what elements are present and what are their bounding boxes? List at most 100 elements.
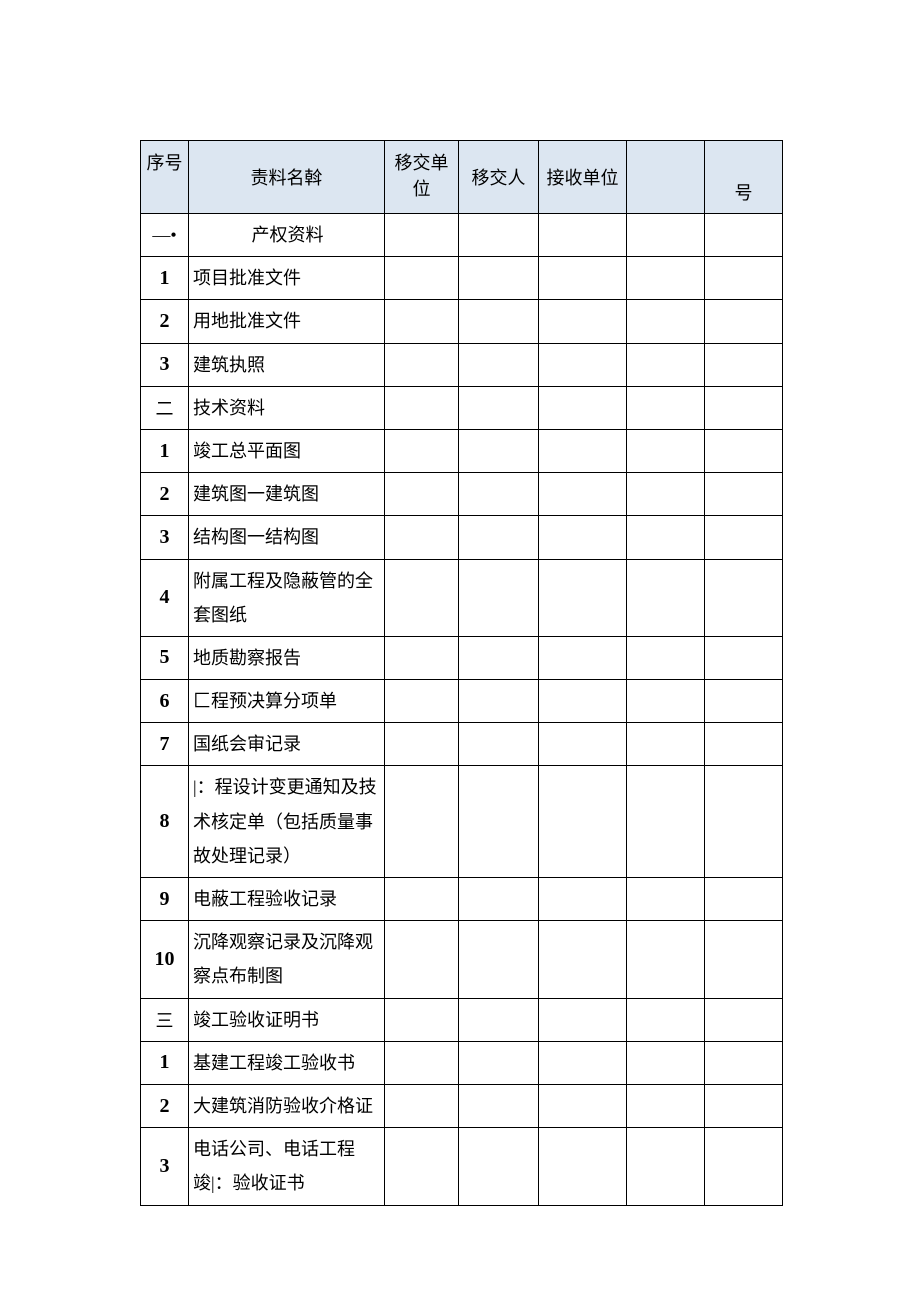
cell-empty xyxy=(459,723,539,766)
cell-empty xyxy=(385,636,459,679)
cell-empty xyxy=(539,921,627,998)
cell-seq: 9 xyxy=(141,878,189,921)
table-row: 3电话公司、电话工程竣|：验收证书 xyxy=(141,1128,783,1205)
cell-empty xyxy=(385,998,459,1041)
cell-empty xyxy=(385,386,459,429)
cell-empty xyxy=(705,766,783,878)
cell-empty xyxy=(627,214,705,257)
cell-empty xyxy=(539,559,627,636)
cell-empty xyxy=(627,680,705,723)
cell-empty xyxy=(385,214,459,257)
col-blank xyxy=(627,141,705,214)
cell-seq: 2 xyxy=(141,1084,189,1127)
cell-empty xyxy=(539,429,627,472)
cell-empty xyxy=(459,386,539,429)
col-hao: 号 xyxy=(705,141,783,214)
cell-name: 建筑图一建筑图 xyxy=(189,473,385,516)
cell-empty xyxy=(705,636,783,679)
table-row: 4附属工程及隐蔽管的全套图纸 xyxy=(141,559,783,636)
cell-seq: 二 xyxy=(141,386,189,429)
table-row: 三竣工验收证明书 xyxy=(141,998,783,1041)
cell-empty xyxy=(539,343,627,386)
cell-empty xyxy=(705,473,783,516)
cell-empty xyxy=(705,343,783,386)
table-row: 7国纸会审记录 xyxy=(141,723,783,766)
cell-seq: 8 xyxy=(141,766,189,878)
cell-name: 国纸会审记录 xyxy=(189,723,385,766)
cell-name: 竣工总平面图 xyxy=(189,429,385,472)
cell-empty xyxy=(705,1041,783,1084)
materials-table: 序号 责料名斡 移交单位 移交人 接收单位 号 —•产权资料1项目批准文件2用地… xyxy=(140,140,783,1206)
table-row: 3结构图一结构图 xyxy=(141,516,783,559)
cell-empty xyxy=(627,429,705,472)
cell-empty xyxy=(627,559,705,636)
cell-seq: 4 xyxy=(141,559,189,636)
cell-seq: 7 xyxy=(141,723,189,766)
cell-name: 建筑执照 xyxy=(189,343,385,386)
cell-name: 附属工程及隐蔽管的全套图纸 xyxy=(189,559,385,636)
cell-empty xyxy=(627,998,705,1041)
cell-empty xyxy=(539,1128,627,1205)
col-seq: 序号 xyxy=(141,141,189,214)
col-handover-unit: 移交单位 xyxy=(385,141,459,214)
table-row: —•产权资料 xyxy=(141,214,783,257)
cell-name: 结构图一结构图 xyxy=(189,516,385,559)
cell-empty xyxy=(539,878,627,921)
cell-empty xyxy=(385,429,459,472)
cell-empty xyxy=(385,680,459,723)
cell-seq: 3 xyxy=(141,1128,189,1205)
cell-empty xyxy=(385,723,459,766)
cell-empty xyxy=(539,998,627,1041)
cell-seq: 5 xyxy=(141,636,189,679)
cell-name: 电蔽工程验收记录 xyxy=(189,878,385,921)
cell-empty xyxy=(539,257,627,300)
cell-empty xyxy=(459,516,539,559)
table-row: 2大建筑消防验收介格证 xyxy=(141,1084,783,1127)
cell-empty xyxy=(385,257,459,300)
cell-seq: 6 xyxy=(141,680,189,723)
cell-empty xyxy=(539,766,627,878)
cell-empty xyxy=(627,1041,705,1084)
cell-seq: 3 xyxy=(141,343,189,386)
cell-empty xyxy=(459,878,539,921)
cell-empty xyxy=(539,516,627,559)
cell-empty xyxy=(627,473,705,516)
cell-seq: 三 xyxy=(141,998,189,1041)
cell-empty xyxy=(705,1128,783,1205)
table-row: 10沉降观察记录及沉降观察点布制图 xyxy=(141,921,783,998)
cell-empty xyxy=(385,559,459,636)
cell-empty xyxy=(539,636,627,679)
cell-empty xyxy=(459,921,539,998)
cell-empty xyxy=(705,386,783,429)
col-handover-person: 移交人 xyxy=(459,141,539,214)
cell-seq: 1 xyxy=(141,257,189,300)
table-header-row: 序号 责料名斡 移交单位 移交人 接收单位 号 xyxy=(141,141,783,214)
cell-empty xyxy=(459,473,539,516)
table-row: 1基建工程竣工验收书 xyxy=(141,1041,783,1084)
cell-empty xyxy=(627,921,705,998)
cell-name: 电话公司、电话工程竣|：验收证书 xyxy=(189,1128,385,1205)
table-body: —•产权资料1项目批准文件2用地批准文件3建筑执照二技术资料1竣工总平面图2建筑… xyxy=(141,214,783,1206)
cell-empty xyxy=(539,300,627,343)
cell-empty xyxy=(627,343,705,386)
cell-seq: 2 xyxy=(141,300,189,343)
cell-empty xyxy=(627,1084,705,1127)
cell-seq: 2 xyxy=(141,473,189,516)
cell-empty xyxy=(627,386,705,429)
cell-empty xyxy=(627,878,705,921)
cell-empty xyxy=(627,766,705,878)
cell-empty xyxy=(385,516,459,559)
table-row: 1竣工总平面图 xyxy=(141,429,783,472)
cell-empty xyxy=(627,516,705,559)
cell-empty xyxy=(705,998,783,1041)
cell-empty xyxy=(627,1128,705,1205)
cell-empty xyxy=(539,214,627,257)
cell-empty xyxy=(705,1084,783,1127)
cell-seq: 10 xyxy=(141,921,189,998)
cell-seq: 1 xyxy=(141,1041,189,1084)
cell-empty xyxy=(539,473,627,516)
cell-empty xyxy=(705,559,783,636)
cell-empty xyxy=(385,1041,459,1084)
cell-empty xyxy=(385,300,459,343)
cell-name: 用地批准文件 xyxy=(189,300,385,343)
